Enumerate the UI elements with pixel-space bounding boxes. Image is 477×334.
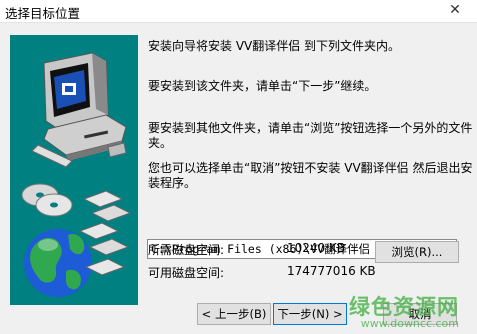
back-button-label: < 上一步(B) bbox=[201, 307, 267, 321]
available-space-value: 174777016 KB bbox=[287, 264, 376, 278]
setup-artwork-svg bbox=[21, 52, 132, 297]
next-button-label: 下一步(N) > bbox=[277, 307, 343, 321]
watermark: 绿色资源网 www.downcc.com bbox=[349, 296, 459, 330]
computer-icon bbox=[31, 52, 127, 168]
setup-artwork bbox=[10, 35, 138, 305]
browse-button-label: 浏览(R)... bbox=[391, 245, 443, 259]
continue-message: 要安装到该文件夹，请单击“下一步”继续。 bbox=[148, 79, 377, 93]
cd-discs-icon bbox=[21, 183, 73, 217]
required-space-value: 10240 KB bbox=[287, 241, 346, 255]
browse-button[interactable]: 浏览(R)... bbox=[375, 241, 459, 263]
title-bar: 选择目标位置 ✕ bbox=[0, 0, 477, 23]
required-space-label: 所需磁盘空间: bbox=[148, 243, 225, 257]
intro-message: 安装向导将安装 VV翻译伴侣 到下列文件夹内。 bbox=[148, 39, 401, 53]
window-title: 选择目标位置 bbox=[5, 6, 81, 21]
back-button[interactable]: < 上一步(B) bbox=[197, 303, 271, 325]
watermark-url: www.downcc.com bbox=[360, 317, 459, 330]
watermark-text: 绿色资源网 bbox=[349, 295, 459, 319]
globe-icon bbox=[24, 229, 92, 297]
next-button[interactable]: 下一步(N) > bbox=[273, 303, 347, 325]
available-space-label: 可用磁盘空间: bbox=[148, 266, 225, 280]
cancel-message: 您也可以选择单击“取消”按钮不安装 VV翻译伴侣 然后退出安装程序。 bbox=[148, 161, 473, 190]
close-button[interactable]: ✕ bbox=[437, 1, 473, 19]
wizard-panel: 安装向导将安装 VV翻译伴侣 到下列文件夹内。 要安装到该文件夹，请单击“下一步… bbox=[0, 23, 477, 334]
browse-message: 要安装到其他文件夹，请单击“浏览”按钮选择一个另外的文件夹。 bbox=[148, 121, 473, 150]
